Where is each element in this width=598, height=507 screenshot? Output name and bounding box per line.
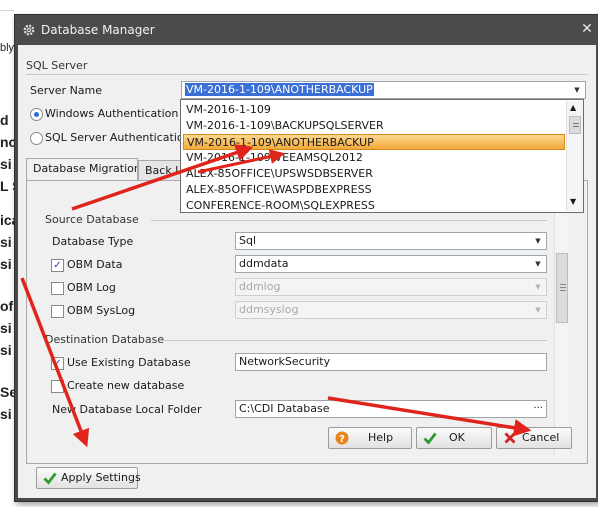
apply-settings-label: Apply Settings: [61, 471, 141, 484]
server-name-combobox[interactable]: VM-2016-1-109\ANOTHERBACKUP ▼: [181, 81, 586, 99]
close-button[interactable]: ✕: [579, 21, 595, 37]
obm-syslog-checkbox[interactable]: [51, 305, 64, 318]
obm-log-checkbox[interactable]: [51, 282, 64, 295]
local-folder-input[interactable]: C:\CDI Database ···: [235, 400, 547, 418]
chevron-down-icon[interactable]: ▼: [532, 256, 544, 272]
cancel-x-icon: [504, 432, 516, 444]
source-db-group-title: Source Database: [45, 213, 139, 226]
chevron-down-icon: ▼: [535, 283, 541, 291]
windows-auth-radio[interactable]: [30, 108, 43, 121]
obm-data-checkbox[interactable]: ✓: [51, 259, 64, 272]
cancel-button[interactable]: Cancel: [496, 427, 572, 449]
server-name-value: VM-2016-1-109\ANOTHERBACKUP: [185, 83, 374, 96]
help-icon: ?: [335, 431, 349, 445]
use-existing-db-checkbox[interactable]: ✓: [51, 357, 64, 370]
local-folder-label: New Database Local Folder: [52, 403, 202, 416]
existing-db-name-input[interactable]: NetworkSecurity: [235, 353, 547, 371]
window-title: Database Manager: [41, 23, 155, 37]
ok-button[interactable]: OK: [416, 427, 492, 449]
server-name-label: Server Name: [30, 84, 103, 97]
server-option[interactable]: VM-2016-1-109: [183, 102, 565, 118]
existing-db-name-value: NetworkSecurity: [239, 355, 331, 368]
background-fragment: si: [0, 256, 12, 272]
scrollbar-thumb[interactable]: [556, 253, 568, 323]
database-manager-window: Database Manager ✕ SQL Server Server Nam…: [14, 14, 598, 502]
sql-auth-label[interactable]: SQL Server Authentication: [45, 131, 191, 144]
group-divider: [26, 74, 588, 75]
server-option[interactable]: CONFERENCE-ROOM\SQLEXPRESS: [183, 198, 565, 214]
chevron-down-icon[interactable]: ▼: [532, 233, 544, 249]
background-fragment: si: [0, 320, 12, 336]
server-option[interactable]: VM-2016-1-109\BACKUPSQLSERVER: [183, 118, 565, 134]
browse-button[interactable]: ···: [533, 401, 543, 417]
background-fragment: of: [0, 298, 14, 314]
create-new-db-checkbox[interactable]: [51, 380, 64, 393]
panel-scrollbar[interactable]: [554, 185, 569, 457]
dest-db-group-title: Destination Database: [45, 333, 165, 346]
background-fragment: bly: [0, 42, 15, 54]
sql-auth-radio[interactable]: [30, 132, 43, 145]
help-label: Help: [368, 431, 394, 444]
background-fragment: d: [0, 112, 9, 128]
server-name-dropdown-list[interactable]: VM-2016-1-109 VM-2016-1-109\BACKUPSQLSER…: [180, 99, 584, 213]
obm-log-value: ddmlog: [239, 280, 281, 293]
local-folder-value: C:\CDI Database: [239, 402, 330, 415]
windows-auth-label[interactable]: Windows Authentication: [45, 107, 178, 120]
obm-syslog-select: ddmsyslog ▼: [235, 301, 547, 319]
db-type-select[interactable]: Sql ▼: [235, 232, 547, 250]
create-new-db-label[interactable]: Create new database: [67, 379, 184, 392]
background-fragment: si: [0, 234, 12, 250]
db-type-value: Sql: [239, 234, 257, 247]
checkmark-icon: [423, 432, 437, 445]
use-existing-db-label[interactable]: Use Existing Database: [67, 356, 191, 369]
scroll-up-icon[interactable]: ▲: [570, 103, 576, 112]
background-gridline: [0, 10, 14, 11]
apply-settings-button[interactable]: Apply Settings: [36, 467, 141, 489]
obm-syslog-label[interactable]: OBM SysLog: [67, 304, 135, 317]
sql-server-group-title: SQL Server: [26, 59, 88, 72]
server-option[interactable]: VM-2016-1-109\VEEAMSQL2012: [183, 150, 565, 166]
group-divider: [163, 340, 547, 341]
scroll-down-icon[interactable]: ▼: [570, 197, 576, 206]
tab-database-migration[interactable]: Database Migration: [26, 158, 138, 180]
gear-icon: [23, 24, 35, 36]
ok-label: OK: [449, 431, 465, 444]
cancel-label: Cancel: [522, 431, 560, 444]
svg-text:?: ?: [339, 434, 345, 445]
db-type-label: Database Type: [52, 235, 134, 248]
background-fragment: si: [0, 342, 12, 358]
chevron-down-icon[interactable]: ▼: [571, 82, 583, 98]
help-button[interactable]: ? Help: [328, 427, 412, 449]
dropdown-scrollbar[interactable]: ▲ ▼: [566, 101, 583, 211]
group-divider: [151, 220, 547, 221]
dropdown-scroll-thumb[interactable]: [569, 116, 581, 134]
server-option-selected[interactable]: VM-2016-1-109\ANOTHERBACKUP: [183, 134, 565, 150]
background-fragment: si: [0, 406, 12, 422]
obm-data-select[interactable]: ddmdata ▼: [235, 255, 547, 273]
obm-syslog-value: ddmsyslog: [239, 303, 299, 316]
obm-log-select: ddmlog ▼: [235, 278, 547, 296]
obm-data-value: ddmdata: [239, 257, 289, 270]
server-option[interactable]: ALEX-85OFFICE\UPSWSDBSERVER: [183, 166, 565, 182]
obm-log-label[interactable]: OBM Log: [67, 281, 116, 294]
title-bar[interactable]: Database Manager ✕: [15, 15, 598, 45]
chevron-down-icon: ▼: [535, 306, 541, 314]
tab-panel: Source Database Database Type Sql ▼ ✓ OB…: [26, 180, 588, 464]
checkmark-icon: [43, 472, 57, 485]
obm-data-label[interactable]: OBM Data: [67, 258, 122, 271]
background-fragment: si: [0, 156, 12, 172]
server-option[interactable]: ALEX-85OFFICE\WASPDBEXPRESS: [183, 182, 565, 198]
